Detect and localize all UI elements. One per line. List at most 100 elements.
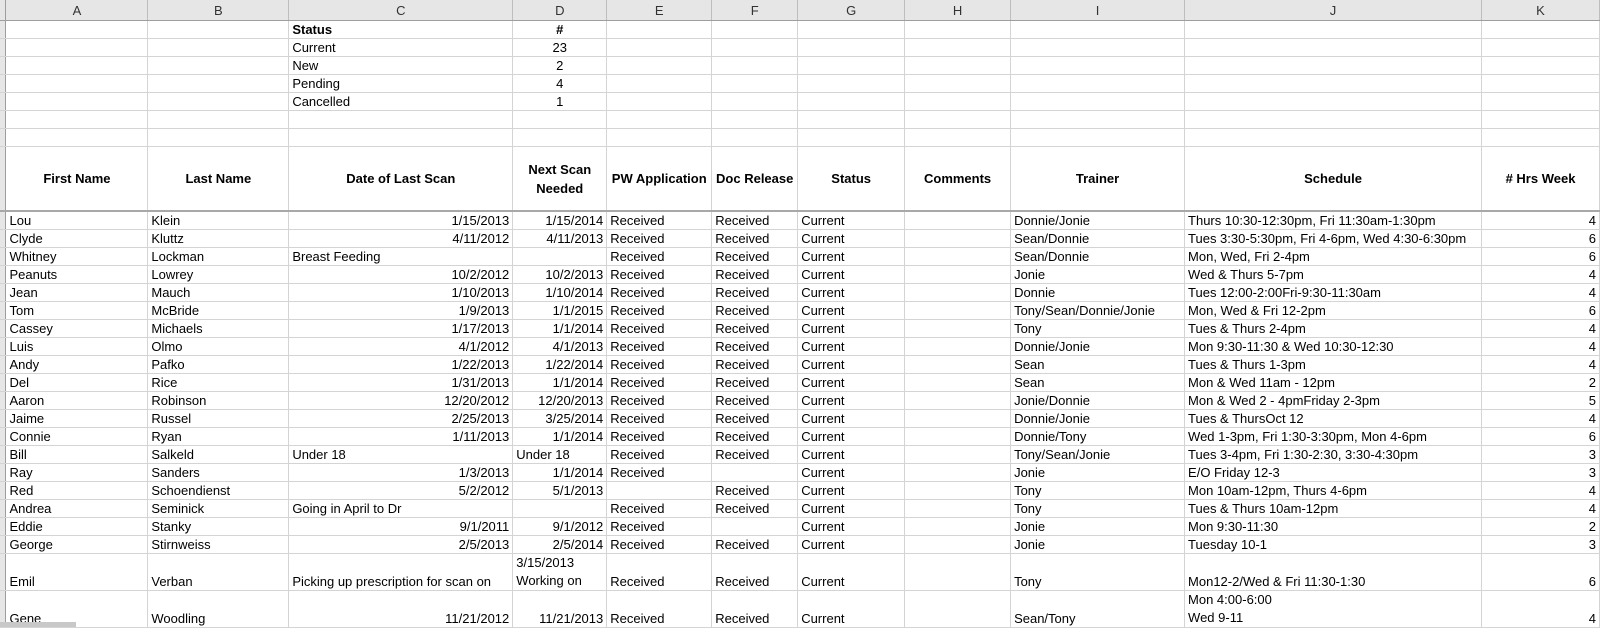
cell[interactable] — [711, 110, 799, 129]
cell-doc-release[interactable]: Received — [711, 283, 799, 302]
cell-date-last-scan[interactable]: 11/21/2012 — [288, 590, 514, 628]
cell[interactable] — [711, 74, 799, 93]
cell-first-name[interactable]: Peanuts — [5, 265, 149, 284]
cell-hrs-week[interactable]: 4 — [1481, 211, 1600, 230]
cell-hrs-week[interactable]: 3 — [1481, 463, 1600, 482]
cell-last-name[interactable]: Klein — [147, 211, 290, 230]
cell-last-name[interactable]: Russel — [147, 409, 290, 428]
cell-doc-release[interactable]: Received — [711, 247, 799, 266]
cell-schedule[interactable]: Mon & Wed 11am - 12pm — [1184, 373, 1483, 392]
cell-trainer[interactable]: Jonie — [1010, 265, 1186, 284]
cell-status[interactable]: Current — [797, 409, 906, 428]
cell-date-last-scan[interactable]: 1/3/2013 — [288, 463, 514, 482]
column-header-j[interactable]: J — [1184, 0, 1483, 21]
column-header-d[interactable]: D — [512, 0, 608, 21]
cell-pw-application[interactable] — [606, 481, 713, 500]
cell-schedule[interactable]: Tues 3:30-5:30pm, Fri 4-6pm, Wed 4:30-6:… — [1184, 229, 1483, 248]
cell-first-name[interactable]: Emil — [5, 553, 149, 591]
cell-doc-release[interactable]: Received — [711, 355, 799, 374]
cell-date-last-scan[interactable]: 1/31/2013 — [288, 373, 514, 392]
cell-status[interactable]: Current — [797, 211, 906, 230]
cell-pw-application[interactable]: Received — [606, 355, 713, 374]
cell-doc-release[interactable]: Received — [711, 499, 799, 518]
cell[interactable] — [1184, 110, 1483, 129]
cell-schedule[interactable]: Tuesday 10-1 — [1184, 535, 1483, 554]
cell[interactable] — [1010, 56, 1186, 75]
cell-status[interactable]: Current — [797, 590, 906, 628]
cell-trainer[interactable]: Tony/Sean/Jonie — [1010, 445, 1186, 464]
cell-trainer[interactable]: Donnie/Tony — [1010, 427, 1186, 446]
column-header-h[interactable]: H — [904, 0, 1012, 21]
cell[interactable] — [5, 20, 149, 39]
cell-date-last-scan[interactable]: Going in April to Dr — [288, 499, 514, 518]
cell-comments[interactable] — [904, 445, 1012, 464]
cell-status[interactable]: Current — [797, 373, 906, 392]
cell-next-scan[interactable]: 1/1/2014 — [512, 373, 608, 392]
cell-doc-release[interactable]: Received — [711, 211, 799, 230]
cell-trainer[interactable]: Jonie — [1010, 463, 1186, 482]
cell-last-name[interactable]: Mauch — [147, 283, 290, 302]
cell-next-scan[interactable]: 4/11/2013 — [512, 229, 608, 248]
cell-pw-application[interactable]: Received — [606, 553, 713, 591]
cell-status[interactable]: Current — [797, 337, 906, 356]
cell-next-scan[interactable]: 5/1/2013 — [512, 481, 608, 500]
cell-hrs-week[interactable]: 2 — [1481, 517, 1600, 536]
cell-hrs-week[interactable]: 6 — [1481, 247, 1600, 266]
summary-status-header[interactable]: Status — [288, 20, 514, 39]
cell-pw-application[interactable]: Received — [606, 229, 713, 248]
cell-next-scan[interactable]: 4/1/2013 — [512, 337, 608, 356]
cell[interactable] — [904, 20, 1012, 39]
cell[interactable] — [797, 92, 906, 111]
cell-doc-release[interactable]: Received — [711, 553, 799, 591]
cell-schedule[interactable]: Tues 3-4pm, Fri 1:30-2:30, 3:30-4:30pm — [1184, 445, 1483, 464]
cell-first-name[interactable]: George — [5, 535, 149, 554]
cell-doc-release[interactable]: Received — [711, 391, 799, 410]
cell-trainer[interactable]: Tony — [1010, 481, 1186, 500]
cell[interactable] — [5, 38, 149, 57]
cell[interactable] — [5, 110, 149, 129]
cell[interactable] — [1184, 38, 1483, 57]
header-hrs-week[interactable]: # Hrs Week — [1481, 146, 1600, 212]
cell-trainer[interactable]: Jonie — [1010, 535, 1186, 554]
cell[interactable] — [904, 92, 1012, 111]
cell-last-name[interactable]: Schoendienst — [147, 481, 290, 500]
column-header-f[interactable]: F — [711, 0, 799, 21]
cell-pw-application[interactable]: Received — [606, 590, 713, 628]
cell-pw-application[interactable]: Received — [606, 301, 713, 320]
cell-next-scan[interactable]: 10/2/2013 — [512, 265, 608, 284]
cell-next-scan[interactable]: 3/25/2014 — [512, 409, 608, 428]
cell-doc-release[interactable]: Received — [711, 265, 799, 284]
cell-first-name[interactable]: Red — [5, 481, 149, 500]
cell-date-last-scan[interactable]: 12/20/2012 — [288, 391, 514, 410]
cell-doc-release[interactable]: Received — [711, 427, 799, 446]
cell[interactable] — [5, 92, 149, 111]
cell-doc-release[interactable]: Received — [711, 229, 799, 248]
cell[interactable] — [1481, 74, 1600, 93]
cell-hrs-week[interactable]: 3 — [1481, 445, 1600, 464]
cell-comments[interactable] — [904, 517, 1012, 536]
cell-hrs-week[interactable]: 2 — [1481, 373, 1600, 392]
cell-date-last-scan[interactable]: 1/10/2013 — [288, 283, 514, 302]
cell-status[interactable]: Current — [797, 463, 906, 482]
summary-label[interactable]: Pending — [288, 74, 514, 93]
cell-status[interactable]: Current — [797, 301, 906, 320]
cell-date-last-scan[interactable]: 4/1/2012 — [288, 337, 514, 356]
cell-pw-application[interactable]: Received — [606, 535, 713, 554]
cell[interactable] — [711, 128, 799, 147]
cell-trainer[interactable]: Sean/Donnie — [1010, 229, 1186, 248]
cell-comments[interactable] — [904, 301, 1012, 320]
cell-first-name[interactable]: Tom — [5, 301, 149, 320]
cell-status[interactable]: Current — [797, 553, 906, 591]
cell-date-last-scan[interactable]: 5/2/2012 — [288, 481, 514, 500]
cell-schedule[interactable]: Mon, Wed & Fri 12-2pm — [1184, 301, 1483, 320]
cell[interactable] — [147, 20, 290, 39]
cell-doc-release[interactable]: Received — [711, 301, 799, 320]
cell-hrs-week[interactable]: 4 — [1481, 319, 1600, 338]
cell-last-name[interactable]: Lowrey — [147, 265, 290, 284]
column-header-c[interactable]: C — [288, 0, 514, 21]
cell-pw-application[interactable]: Received — [606, 445, 713, 464]
cell-pw-application[interactable]: Received — [606, 391, 713, 410]
cell-schedule[interactable]: Tues & Thurs 10am-12pm — [1184, 499, 1483, 518]
cell-schedule[interactable]: Mon & Wed 2 - 4pmFriday 2-3pm — [1184, 391, 1483, 410]
cell-pw-application[interactable]: Received — [606, 517, 713, 536]
